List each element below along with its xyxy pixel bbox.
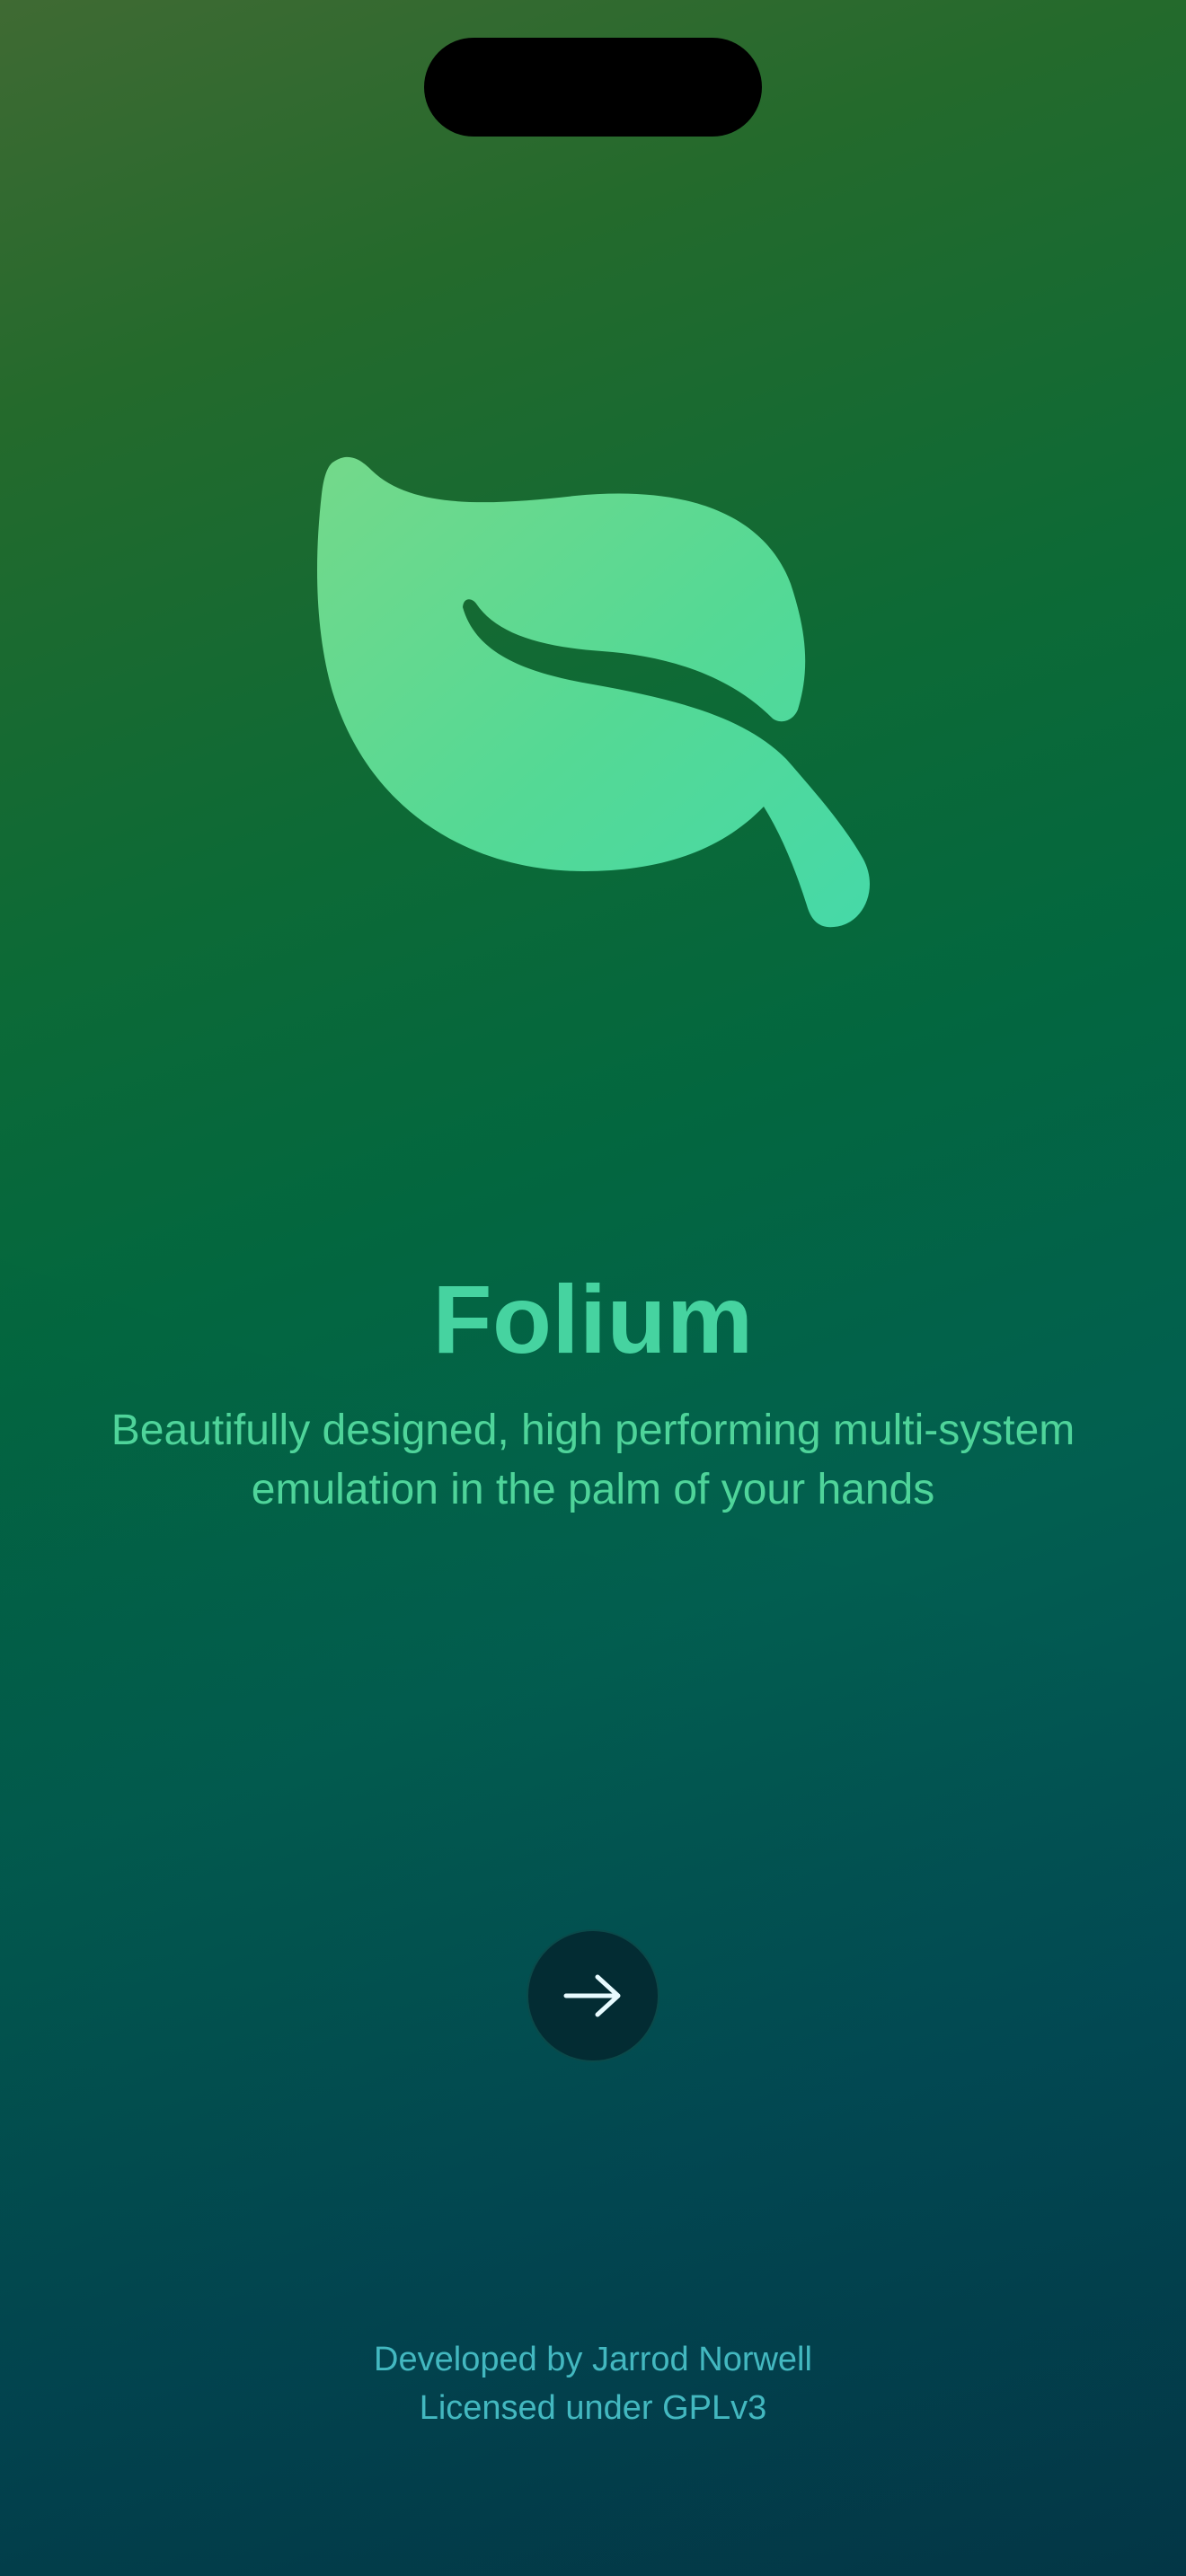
license-text: Licensed under GPLv3: [419, 2389, 767, 2427]
dynamic-island: [424, 38, 762, 137]
continue-button[interactable]: [527, 1929, 659, 2062]
arrow-right-icon: [563, 1974, 621, 2017]
leaf-logo-icon: [305, 449, 881, 952]
developer-credit: Developed by Jarrod Norwell: [374, 2341, 812, 2378]
footer: Developed by Jarrod Norwell Licensed und…: [0, 2335, 1186, 2432]
app-tagline: Beautifully designed, high performing mu…: [111, 1407, 1075, 1513]
app-title: Folium: [432, 1265, 754, 1373]
